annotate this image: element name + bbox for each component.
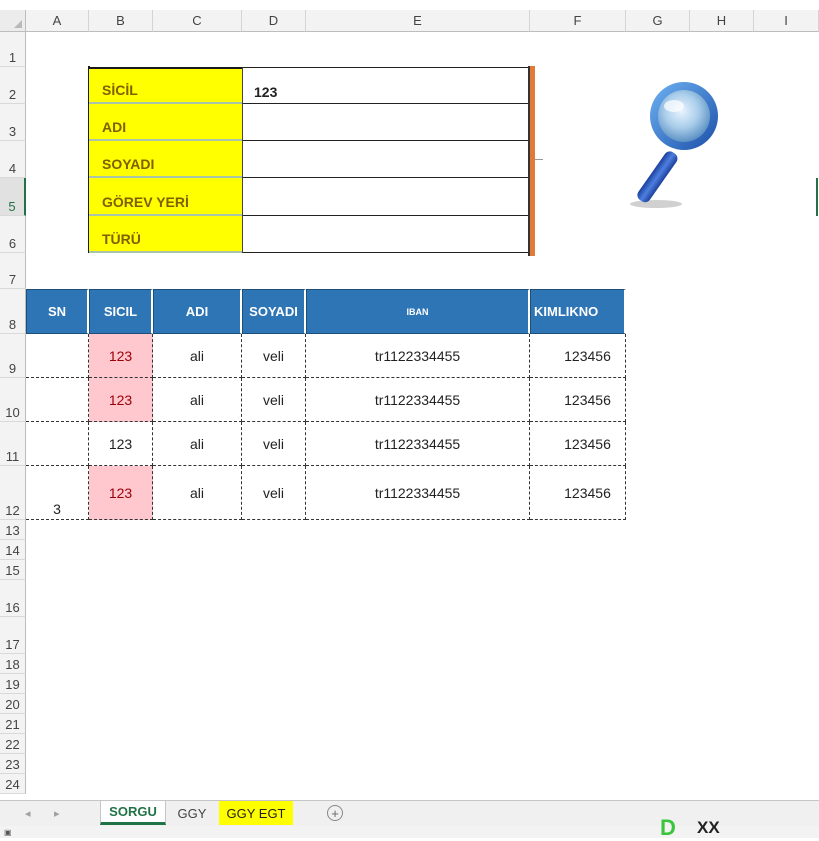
- table-header-adi: ADI: [153, 289, 242, 334]
- table-cell-sicil[interactable]: 123: [89, 334, 153, 378]
- tab-scroll-right-icon[interactable]: ▸: [54, 807, 60, 820]
- table-cell-adi[interactable]: ali: [153, 466, 242, 520]
- table-cell-soyadi[interactable]: veli: [242, 422, 306, 466]
- column-header-c[interactable]: C: [153, 10, 242, 32]
- select-all-corner[interactable]: [0, 10, 26, 32]
- row-header-9[interactable]: 9: [0, 334, 26, 378]
- table-cell-kimlikno[interactable]: 123456: [530, 422, 626, 466]
- row-header-3[interactable]: 3: [0, 104, 26, 141]
- table-cell-soyadi[interactable]: veli: [242, 334, 306, 378]
- watermark-text: XX: [697, 818, 720, 837]
- table-cell-sicil[interactable]: 123: [89, 422, 153, 466]
- column-header-a[interactable]: A: [26, 10, 89, 32]
- tab-ggy-egt[interactable]: GGY EGT: [219, 801, 293, 825]
- table-cell-kimlikno[interactable]: 123456: [530, 466, 626, 520]
- row-header-24[interactable]: 24: [0, 774, 26, 794]
- row-header-18[interactable]: 18: [0, 654, 26, 674]
- table-cell-sicil[interactable]: 123: [89, 466, 153, 520]
- table-header-iban: IBAN: [306, 289, 530, 334]
- form-value-adi[interactable]: [242, 104, 529, 141]
- table-cell-iban[interactable]: tr1122334455: [306, 422, 530, 466]
- column-header-i[interactable]: I: [754, 10, 819, 32]
- row-header-4[interactable]: 4: [0, 141, 26, 178]
- magnifier-icon[interactable]: [618, 76, 728, 212]
- table-cell-soyadi[interactable]: veli: [242, 378, 306, 422]
- row-header-7[interactable]: 7: [0, 253, 26, 289]
- form-label-adi: ADI: [89, 104, 242, 141]
- form-tick-mark: [535, 159, 543, 160]
- form-label-sicil: SİCİL: [89, 67, 242, 104]
- table-cell-iban[interactable]: tr1122334455: [306, 378, 530, 422]
- table-header-sicil: SICIL: [89, 289, 153, 334]
- table-cell-adi[interactable]: ali: [153, 334, 242, 378]
- table-header-sn: SN: [26, 289, 89, 334]
- tab-ggy[interactable]: GGY: [168, 801, 216, 825]
- table-cell-adi[interactable]: ali: [153, 378, 242, 422]
- row-header-16[interactable]: 16: [0, 580, 26, 617]
- row-header-19[interactable]: 19: [0, 674, 26, 694]
- row-header-12[interactable]: 12: [0, 466, 26, 520]
- row-header-20[interactable]: 20: [0, 694, 26, 714]
- column-header-h[interactable]: H: [690, 10, 754, 32]
- form-value-soyadi[interactable]: [242, 141, 529, 178]
- row-header-15[interactable]: 15: [0, 560, 26, 580]
- table-cell-kimlikno[interactable]: 123456: [530, 378, 626, 422]
- form-value-gorev-yeri[interactable]: [242, 178, 529, 216]
- row-header-5[interactable]: 5: [0, 178, 26, 216]
- table-cell-sn[interactable]: 3: [26, 466, 89, 520]
- column-header-e[interactable]: E: [306, 10, 530, 32]
- row-header-1[interactable]: 1: [0, 32, 26, 67]
- form-label-soyadi: SOYADI: [89, 141, 242, 178]
- column-header-d[interactable]: D: [242, 10, 306, 32]
- row-header-14[interactable]: 14: [0, 540, 26, 560]
- form-label-gorev-yeri: GÖREV YERİ: [89, 178, 242, 216]
- form-accent-bar: [528, 66, 535, 256]
- row-header-6[interactable]: 6: [0, 216, 26, 253]
- column-header-f[interactable]: F: [530, 10, 626, 32]
- plus-circle-icon[interactable]: +: [327, 805, 343, 821]
- table-cell-kimlikno[interactable]: 123456: [530, 334, 626, 378]
- row-header-22[interactable]: 22: [0, 734, 26, 754]
- table-cell-sn[interactable]: [26, 422, 89, 466]
- tab-scroll-left-icon[interactable]: ◂: [25, 807, 31, 820]
- row-header-8[interactable]: 8: [0, 289, 26, 334]
- top-strip: [0, 0, 819, 10]
- form-label-turu: TÜRÜ: [89, 216, 242, 253]
- table-cell-sn[interactable]: [26, 334, 89, 378]
- table-cell-sn[interactable]: [26, 378, 89, 422]
- watermark-logo: D: [660, 815, 676, 840]
- row-header-13[interactable]: 13: [0, 520, 26, 540]
- row-header-10[interactable]: 10: [0, 378, 26, 422]
- table-cell-iban[interactable]: tr1122334455: [306, 334, 530, 378]
- table-cell-soyadi[interactable]: veli: [242, 466, 306, 520]
- row-header-11[interactable]: 11: [0, 422, 26, 466]
- row-header-2[interactable]: 2: [0, 67, 26, 104]
- table-header-soyadi: SOYADI: [242, 289, 306, 334]
- column-header-g[interactable]: G: [626, 10, 690, 32]
- tab-sorgu[interactable]: SORGU: [100, 801, 166, 825]
- column-header-b[interactable]: B: [89, 10, 153, 32]
- row-header-21[interactable]: 21: [0, 714, 26, 734]
- row-header-23[interactable]: 23: [0, 754, 26, 774]
- row-header-17[interactable]: 17: [0, 617, 26, 654]
- table-header-kimlikno: KIMLIKNO: [530, 289, 626, 334]
- table-cell-adi[interactable]: ali: [153, 422, 242, 466]
- table-cell-iban[interactable]: tr1122334455: [306, 466, 530, 520]
- table-cell-sicil[interactable]: 123: [89, 378, 153, 422]
- form-value-sicil[interactable]: 123: [242, 67, 529, 104]
- macro-record-icon[interactable]: ▣: [4, 828, 12, 837]
- form-value-turu[interactable]: [242, 216, 529, 253]
